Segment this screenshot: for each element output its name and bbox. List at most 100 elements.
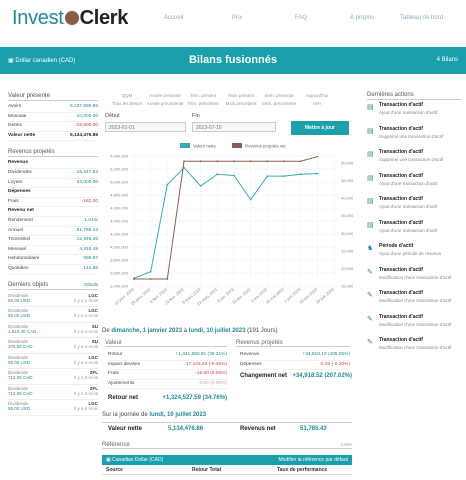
action-item[interactable]: ✎ Transaction d'actif Modification d'une t… bbox=[367, 337, 461, 361]
projected-row-label: Dépenses bbox=[240, 361, 262, 367]
nav-apropos[interactable]: À propos bbox=[350, 15, 374, 21]
objects-title: Derniers objets Détails bbox=[8, 281, 98, 290]
action-item[interactable]: ▤ Transaction d'actif Supprimé une transac… bbox=[367, 149, 461, 173]
y-tick-label: 4,400,000 bbox=[110, 219, 129, 224]
action-item[interactable]: ▤ Transaction d'actif Ajout d'une transact… bbox=[367, 102, 461, 126]
object-item[interactable]: Dividende 375.00 CAD SU Il y a 4 mois bbox=[8, 338, 98, 354]
update-button[interactable]: Mettre à jour bbox=[291, 121, 349, 135]
net-row-value: 1.01% bbox=[84, 217, 98, 223]
data-point bbox=[249, 198, 252, 201]
object-item[interactable]: Dividende 55.00 USD LGC Il y a 2 mois bbox=[8, 292, 98, 307]
action-item[interactable]: ▤ Transaction d'actif Ajout d'une transact… bbox=[367, 173, 461, 197]
object-right: ZFL Il y a 5 mois bbox=[74, 370, 98, 384]
pencil-icon: ✎ bbox=[367, 292, 373, 299]
action-title: Transaction d'actif bbox=[379, 172, 423, 179]
start-date-input[interactable]: 2023-01-01 bbox=[105, 122, 186, 132]
action-item[interactable]: ♞ Période d'actif Ajout d'une période de r… bbox=[367, 243, 461, 267]
list-icon: ▤ bbox=[367, 151, 374, 158]
balance-count[interactable]: 4 Bilans bbox=[437, 57, 458, 63]
object-amount: 1,510.40 CAD bbox=[8, 328, 37, 334]
data-point bbox=[249, 160, 252, 163]
y2-tick-label: 35,000 bbox=[341, 213, 354, 218]
period-button[interactable]: Trim. précédent bbox=[184, 101, 222, 106]
object-amount: 55.00 USD bbox=[8, 313, 31, 318]
object-right: LGC Il y a 3 mois bbox=[74, 308, 98, 322]
period-button[interactable]: Sem. précédente bbox=[260, 101, 298, 106]
object-amount: 712.00 CAD bbox=[8, 375, 33, 380]
data-point bbox=[233, 160, 235, 163]
action-item[interactable]: ▤ Transaction d'actif Ajout d'une transact… bbox=[367, 196, 461, 220]
page-title: Bilans fusionnés bbox=[188, 54, 278, 66]
y2-tick-label: 30,000 bbox=[341, 231, 354, 236]
legend-label: Valeur nette bbox=[193, 144, 216, 149]
value-row: Impact devises -17,103.43 (-0.45%) bbox=[108, 361, 227, 371]
nav-prix[interactable]: Prix bbox=[232, 15, 242, 21]
reference-switch-button[interactable]: Modifier la référence par défaut bbox=[279, 457, 348, 463]
period-button[interactable]: Hier bbox=[298, 101, 336, 106]
period-button[interactable]: Année précédente bbox=[146, 101, 184, 106]
reference-title: Référence Créer bbox=[102, 442, 352, 449]
right-sidebar: Dernières actions ▤ Transaction d'actif Aj… bbox=[367, 92, 461, 361]
object-item[interactable]: Dividende 55.00 USD LGC Il y a 5 mois bbox=[8, 400, 98, 416]
object-item[interactable]: Dividende 55.00 USD LGC Il y a 3 mois bbox=[8, 307, 98, 323]
value-rows: Retour +1,341,650.91 (35.21%) Impact devis… bbox=[108, 351, 227, 390]
legend-label: Revenus projetés net bbox=[245, 144, 286, 149]
nav-accueil[interactable]: Accueil bbox=[164, 15, 183, 21]
period-button[interactable]: Sem. présente bbox=[260, 93, 298, 98]
period-button[interactable]: Trim. présent bbox=[184, 93, 222, 98]
end-date-input[interactable]: 2023-07-10 bbox=[192, 122, 276, 132]
present-row-value: 10,000.00 bbox=[76, 113, 98, 119]
objects-details-link[interactable]: Détails bbox=[84, 282, 98, 288]
revenue-row-label: Dividendes bbox=[8, 169, 32, 175]
object-left: Dividende 712.00 CAD bbox=[8, 370, 33, 384]
data-point bbox=[283, 160, 285, 163]
action-item[interactable]: ✎ Transaction d'actif Modification d'une t… bbox=[367, 267, 461, 291]
action-title: Transaction d'actif bbox=[379, 313, 423, 320]
net-row-value: 995.87 bbox=[83, 256, 98, 262]
action-subtitle: Modification d'une transaction d'actif bbox=[379, 298, 452, 303]
reference-account-header[interactable]: ▣ Canadian Dollar (CAD) Modifier la réfé… bbox=[102, 455, 352, 465]
period-button[interactable]: Année présente bbox=[146, 93, 184, 98]
object-right: LGC Il y a 2 mois bbox=[74, 293, 98, 307]
present-row: Monnaie 10,000.00 bbox=[8, 113, 98, 123]
object-item[interactable]: Dividende 712.00 CAD ZFL Il y a 5 mois bbox=[8, 369, 98, 385]
x-tick-label: 18 mai 2023 bbox=[265, 286, 286, 304]
period-button[interactable]: Mois présent bbox=[222, 93, 260, 98]
col-performance: Taux de performance bbox=[277, 467, 328, 473]
y-tick-label: 3,600,000 bbox=[110, 271, 129, 276]
list-icon: ▤ bbox=[367, 174, 374, 182]
action-item[interactable]: ▤ Transaction d'actif Ajout d'une transact… bbox=[367, 220, 461, 244]
period-button[interactable]: Mois précédent bbox=[222, 101, 260, 106]
action-item[interactable]: ▤ Transaction d'actif Supprimé une transac… bbox=[367, 126, 461, 150]
nav-faq[interactable]: FAQ bbox=[295, 15, 307, 21]
object-item[interactable]: Dividende 55.00 USD LGC Il y a 4 mois bbox=[8, 354, 98, 369]
present-row-value: -15,500.00 bbox=[75, 123, 98, 129]
action-text: Transaction d'actif Ajout d'une transacti… bbox=[379, 196, 438, 220]
action-text: Transaction d'actif Supprimé une transact… bbox=[379, 126, 443, 150]
object-item[interactable]: Dividende 1,510.40 CAD SU Il y a 4 mois bbox=[8, 323, 98, 338]
period-button[interactable]: QQM bbox=[108, 93, 146, 98]
object-when: Il y a 4 mois bbox=[73, 328, 98, 334]
period-button[interactable]: Aujourd'hui bbox=[298, 93, 336, 98]
projected-row: Revenus +34,918.19 (205.05%) bbox=[240, 351, 350, 361]
nav-tableau[interactable]: Tableau de bord bbox=[400, 15, 443, 21]
legend-swatch bbox=[180, 143, 190, 148]
action-item[interactable]: ✎ Transaction d'actif Modification d'une t… bbox=[367, 314, 461, 338]
reference-title-text: Référence bbox=[102, 442, 130, 448]
object-left: Dividende 712.00 CAD bbox=[8, 386, 33, 400]
object-item[interactable]: Dividende 712.00 CAD ZFL Il y a 5 mois bbox=[8, 385, 98, 400]
data-point bbox=[216, 160, 219, 163]
net-row: Trimestriel 12,946.36 bbox=[8, 236, 98, 246]
action-text: Transaction d'actif Ajout d'une transacti… bbox=[379, 220, 438, 244]
value-row: Ajustements 0.00 (0.00%) bbox=[108, 380, 227, 390]
reference-create-link[interactable]: Créer bbox=[341, 442, 352, 448]
revenue-row-value: 33,000.00 bbox=[76, 179, 98, 185]
logo[interactable]: Invest Clerk bbox=[12, 7, 128, 30]
data-point bbox=[216, 173, 219, 176]
net-row-label: Rendement bbox=[8, 217, 33, 223]
period-button[interactable]: Tous les temps bbox=[108, 101, 146, 106]
action-item[interactable]: ✎ Transaction d'actif Modification d'une t… bbox=[367, 290, 461, 314]
action-title: Transaction d'actif bbox=[379, 125, 423, 132]
logo-coin-icon bbox=[64, 11, 79, 25]
period-summary: De dimanche, 1 janvier 2023 à lundi, 10 … bbox=[102, 328, 277, 334]
